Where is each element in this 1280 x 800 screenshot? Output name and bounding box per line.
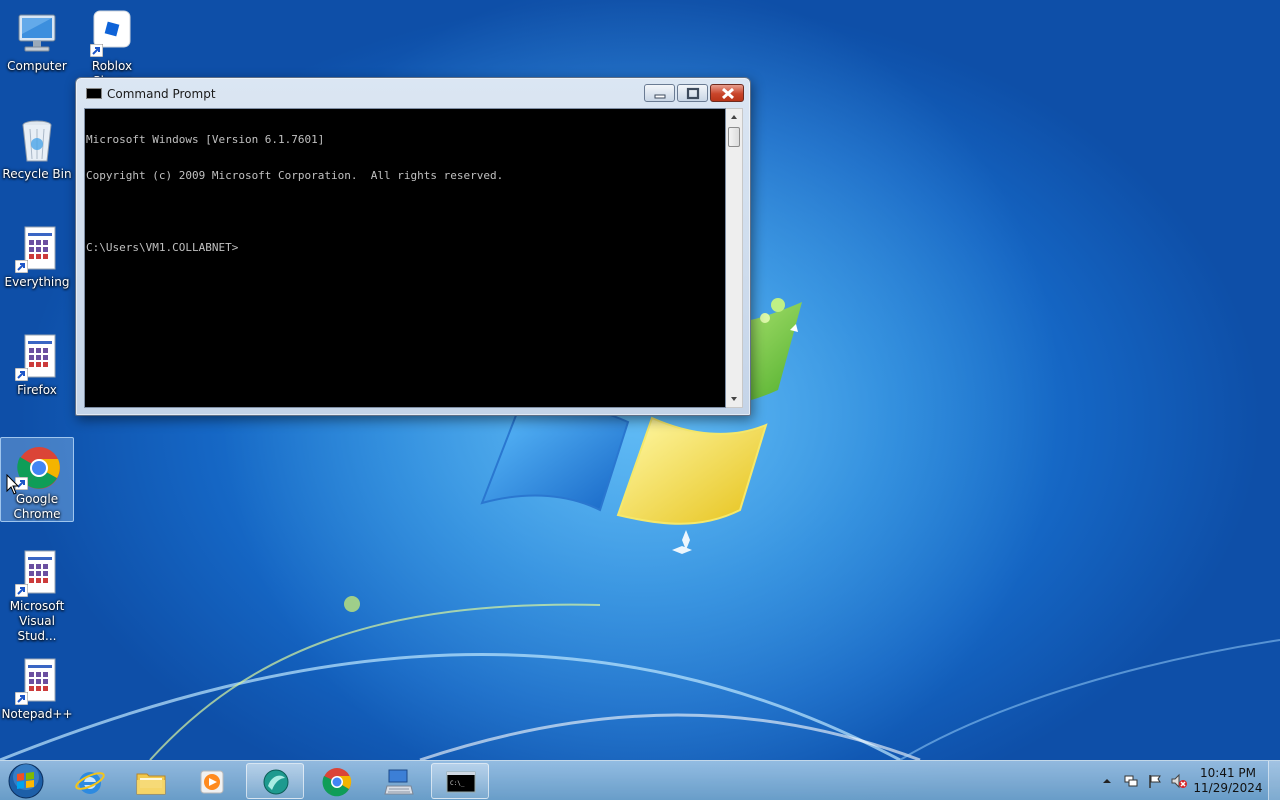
taskbar-internet-explorer[interactable] <box>60 763 118 799</box>
desktop-icon-firefox[interactable]: Firefox <box>0 328 74 399</box>
generic-app-icon <box>13 657 61 705</box>
cmd-icon <box>86 88 102 99</box>
console-prompt: C:\Users\VM1.COLLABNET> <box>86 241 239 254</box>
keyboard-icon <box>384 769 414 795</box>
desktop-icon-label: Everything <box>4 275 70 289</box>
generic-app-icon <box>13 225 61 273</box>
console-output[interactable]: Microsoft Windows [Version 6.1.7601] Cop… <box>84 108 726 408</box>
desktop-icon-label: Google Chrome <box>13 492 61 521</box>
maximize-button[interactable] <box>677 84 708 102</box>
command-prompt-window[interactable]: Command Prompt Microsoft Windows [Versio… <box>75 77 751 416</box>
close-button[interactable] <box>710 84 744 102</box>
action-center-flag-icon[interactable] <box>1147 773 1163 789</box>
desktop-icon-label: Computer <box>7 59 67 73</box>
recycle-bin-icon <box>13 117 61 165</box>
show-hidden-icons-icon[interactable] <box>1099 773 1115 789</box>
shortcut-arrow-icon <box>90 44 103 57</box>
minimize-button[interactable] <box>644 84 675 102</box>
scrollbar-thumb[interactable] <box>728 127 740 147</box>
windows-orb-icon <box>8 763 44 799</box>
window-title: Command Prompt <box>107 87 216 101</box>
desktop-icon-notepad-plus-plus[interactable]: Notepad++ <box>0 652 74 723</box>
scroll-down-button[interactable] <box>726 391 742 407</box>
volume-muted-icon[interactable] <box>1171 773 1187 789</box>
clock-date: 11/29/2024 <box>1193 781 1263 795</box>
generic-app-icon <box>13 333 61 381</box>
shortcut-arrow-icon <box>15 692 28 705</box>
svg-text:C:\_: C:\_ <box>450 780 465 787</box>
teal-app-icon <box>263 769 289 795</box>
shortcut-arrow-icon <box>15 368 28 381</box>
shortcut-arrow-icon <box>15 584 28 597</box>
taskbar-media-player[interactable] <box>182 763 240 799</box>
desktop-icon-computer[interactable]: Computer <box>0 4 74 75</box>
desktop-icon-label: Microsoft Visual Stud... <box>9 599 65 643</box>
network-icon[interactable] <box>1123 773 1139 789</box>
chrome-icon <box>13 442 61 490</box>
console-line: Copyright (c) 2009 Microsoft Corporation… <box>86 169 504 182</box>
chrome-icon <box>322 768 352 797</box>
generic-app-icon <box>13 549 61 597</box>
mouse-cursor-icon <box>6 474 20 495</box>
taskbar-google-chrome[interactable] <box>307 763 365 799</box>
start-button[interactable] <box>6 762 46 800</box>
media-player-icon <box>200 770 224 794</box>
arrow-up-icon <box>731 115 737 119</box>
desktop-icon-recycle-bin[interactable]: Recycle Bin <box>0 112 74 183</box>
taskbar-clock[interactable]: 10:41 PM 11/29/2024 <box>1190 766 1266 796</box>
minimize-icon <box>654 94 666 99</box>
scroll-up-button[interactable] <box>726 109 742 125</box>
vertical-scrollbar[interactable] <box>726 108 743 408</box>
computer-icon <box>13 9 61 57</box>
desktop-icon-label: Firefox <box>17 383 57 397</box>
maximize-icon <box>686 87 700 100</box>
taskbar-command-prompt[interactable]: C:\_ <box>431 763 489 799</box>
console-line: Microsoft Windows [Version 6.1.7601] <box>86 133 325 146</box>
shortcut-arrow-icon <box>15 260 28 273</box>
ie-icon <box>75 772 105 794</box>
cmd-icon: C:\_ <box>446 771 476 793</box>
roblox-icon <box>88 9 136 57</box>
show-desktop-button[interactable] <box>1268 761 1280 800</box>
arrow-down-icon <box>731 397 737 401</box>
close-icon <box>721 87 735 100</box>
folder-icon <box>136 773 166 795</box>
desktop-icon-everything[interactable]: Everything <box>0 220 74 291</box>
taskbar: C:\_ 10:41 PM 11/29/2024 <box>0 760 1280 800</box>
taskbar-teal-app[interactable] <box>246 763 304 799</box>
window-titlebar[interactable]: Command Prompt <box>76 78 750 108</box>
taskbar-windows-explorer[interactable] <box>121 763 179 799</box>
desktop-icon-label: Notepad++ <box>1 707 73 721</box>
taskbar-remote-desktop[interactable] <box>369 763 427 799</box>
clock-time: 10:41 PM <box>1200 766 1256 780</box>
desktop-icon-label: Recycle Bin <box>2 167 72 181</box>
desktop-icon-visual-studio[interactable]: Microsoft Visual Stud... <box>0 544 74 645</box>
